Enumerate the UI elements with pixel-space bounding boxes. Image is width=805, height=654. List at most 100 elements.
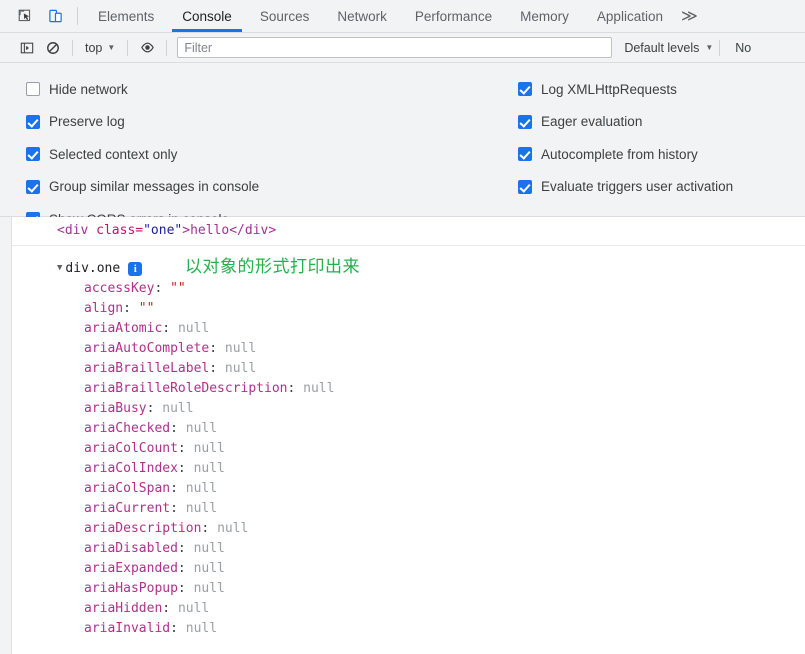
property-name: ariaColIndex xyxy=(84,461,178,476)
property-name: align xyxy=(84,301,124,316)
checkbox-log-xmlhttprequests[interactable] xyxy=(518,82,532,97)
checkbox-eager-evaluation[interactable] xyxy=(518,114,532,129)
code-token-attr-value: "one" xyxy=(143,223,183,238)
execution-context-selector[interactable]: top ▼ xyxy=(79,41,121,55)
settings-left-column: Hide network Preserve log Selected conte… xyxy=(26,73,259,236)
tab-sources-label: Sources xyxy=(259,8,310,24)
clear-console-icon[interactable] xyxy=(40,37,66,59)
info-icon[interactable]: i xyxy=(128,262,143,276)
property-value: null xyxy=(193,561,225,576)
property-value: null xyxy=(177,321,210,336)
tabbar-divider xyxy=(77,7,78,25)
tab-memory[interactable]: Memory xyxy=(506,0,583,32)
property-colon: : xyxy=(146,401,163,416)
device-toolbar-icon[interactable] xyxy=(40,0,70,32)
object-property-row: ariaInvalid: null xyxy=(84,619,805,639)
property-colon: : xyxy=(177,441,194,456)
object-property-row: ariaColCount: null xyxy=(84,439,805,459)
tab-application[interactable]: Application xyxy=(583,0,677,32)
tab-performance[interactable]: Performance xyxy=(401,0,506,32)
property-value: null xyxy=(185,501,218,516)
checkbox-evaluate-triggers-user-activation[interactable] xyxy=(518,179,532,194)
property-name: ariaColCount xyxy=(84,441,178,456)
log-levels-selector[interactable]: Default levels ▼ xyxy=(624,41,713,55)
devtools-window: Elements Console Sources Network Perform… xyxy=(0,0,805,654)
console-gutter xyxy=(0,217,12,654)
console-object-entry: ▼ div.one i 以对象的形式打印出来 accessKey: "" alig… xyxy=(12,246,805,639)
property-colon: : xyxy=(162,321,178,336)
object-properties: accessKey: "" align: "" ariaAtomic: null ar… xyxy=(57,278,805,639)
object-property-row: ariaBrailleLabel: null xyxy=(84,359,805,379)
setting-selected-context-only[interactable]: Selected context only xyxy=(26,138,259,171)
setting-preserve-log-label: Preserve log xyxy=(49,114,125,130)
property-name: ariaExpanded xyxy=(84,561,178,576)
show-console-sidebar-icon[interactable] xyxy=(14,37,40,59)
property-name: ariaAtomic xyxy=(84,321,163,336)
issues-counter-label: No xyxy=(735,40,752,55)
more-tabs-icon[interactable]: ≫ xyxy=(677,0,708,32)
property-value: null xyxy=(224,361,257,376)
tab-console[interactable]: Console xyxy=(168,0,246,32)
setting-autocomplete-from-history[interactable]: Autocomplete from history xyxy=(518,138,733,171)
property-value: null xyxy=(177,601,210,616)
tab-sources[interactable]: Sources xyxy=(246,0,324,32)
property-colon: : xyxy=(287,381,304,396)
property-colon: : xyxy=(123,301,139,316)
property-value: null xyxy=(162,401,194,416)
property-name: ariaHasPopup xyxy=(84,581,178,596)
checkbox-hide-network[interactable] xyxy=(26,82,40,97)
property-colon: : xyxy=(209,361,225,376)
property-colon: : xyxy=(177,561,194,576)
settings-right-column: Log XMLHttpRequests Eager evaluation Aut… xyxy=(518,73,733,203)
annotation-text: 以对象的形式打印出来 xyxy=(185,257,360,277)
tab-network[interactable]: Network xyxy=(323,0,401,32)
more-tabs-glyph: ≫ xyxy=(680,8,698,25)
inspect-element-icon[interactable] xyxy=(10,0,40,32)
setting-log-xmlhttprequests[interactable]: Log XMLHttpRequests xyxy=(518,73,733,106)
setting-eager-evaluation[interactable]: Eager evaluation xyxy=(518,106,733,139)
tab-console-label: Console xyxy=(182,8,232,24)
setting-hide-network[interactable]: Hide network xyxy=(26,73,259,106)
panel-tabs: Elements Console Sources Network Perform… xyxy=(84,0,677,32)
tab-elements[interactable]: Elements xyxy=(84,0,168,32)
object-property-row: ariaDescription: null xyxy=(84,519,805,539)
checkbox-preserve-log[interactable] xyxy=(26,114,40,129)
checkbox-selected-context-only[interactable] xyxy=(26,147,40,162)
property-name: ariaInvalid xyxy=(84,621,171,636)
property-colon: : xyxy=(177,461,194,476)
object-property-row: accessKey: "" xyxy=(84,279,805,299)
setting-group-similar-messages-label: Group similar messages in console xyxy=(49,179,260,195)
filter-input[interactable] xyxy=(177,37,613,58)
property-name: ariaColSpan xyxy=(84,481,171,496)
live-expression-icon[interactable] xyxy=(134,37,160,59)
object-title: div.one xyxy=(65,261,121,276)
object-header[interactable]: ▼ div.one i 以对象的形式打印出来 xyxy=(57,257,805,278)
property-value: null xyxy=(193,441,225,456)
tab-performance-label: Performance xyxy=(414,8,493,24)
setting-preserve-log[interactable]: Preserve log xyxy=(26,106,259,139)
property-name: ariaAutoComplete xyxy=(84,341,210,356)
issues-counter[interactable]: No xyxy=(728,41,751,55)
checkbox-autocomplete-from-history[interactable] xyxy=(518,147,532,162)
property-value: null xyxy=(217,521,249,536)
object-property-row: ariaColSpan: null xyxy=(84,479,805,499)
object-property-row: ariaHidden: null xyxy=(84,599,805,619)
setting-group-similar-messages[interactable]: Group similar messages in console xyxy=(26,171,259,204)
console-filter-toolbar: top ▼ Default levels ▼ No xyxy=(0,33,805,63)
property-name: ariaDisabled xyxy=(84,541,178,556)
object-property-row: ariaCurrent: null xyxy=(84,499,805,519)
console-output[interactable]: <div class="one">hello</div> ▼ div.one i… xyxy=(0,217,805,654)
code-token-attr-name: class= xyxy=(88,223,144,238)
console-code-line: <div class="one">hello</div> xyxy=(12,217,805,246)
setting-autocomplete-from-history-label: Autocomplete from history xyxy=(541,146,698,162)
object-property-row: ariaBusy: null xyxy=(84,399,805,419)
chevron-down-icon: ▼ xyxy=(705,42,714,52)
object-property-row: ariaAtomic: null xyxy=(84,319,805,339)
setting-evaluate-triggers-user-activation[interactable]: Evaluate triggers user activation xyxy=(518,171,733,204)
checkbox-group-similar-messages[interactable] xyxy=(26,179,40,194)
property-name: ariaChecked xyxy=(84,421,171,436)
toolbar-divider-1 xyxy=(72,39,73,56)
triangle-down-icon[interactable]: ▼ xyxy=(57,263,62,273)
property-value: null xyxy=(193,581,225,596)
property-value: null xyxy=(303,381,335,396)
